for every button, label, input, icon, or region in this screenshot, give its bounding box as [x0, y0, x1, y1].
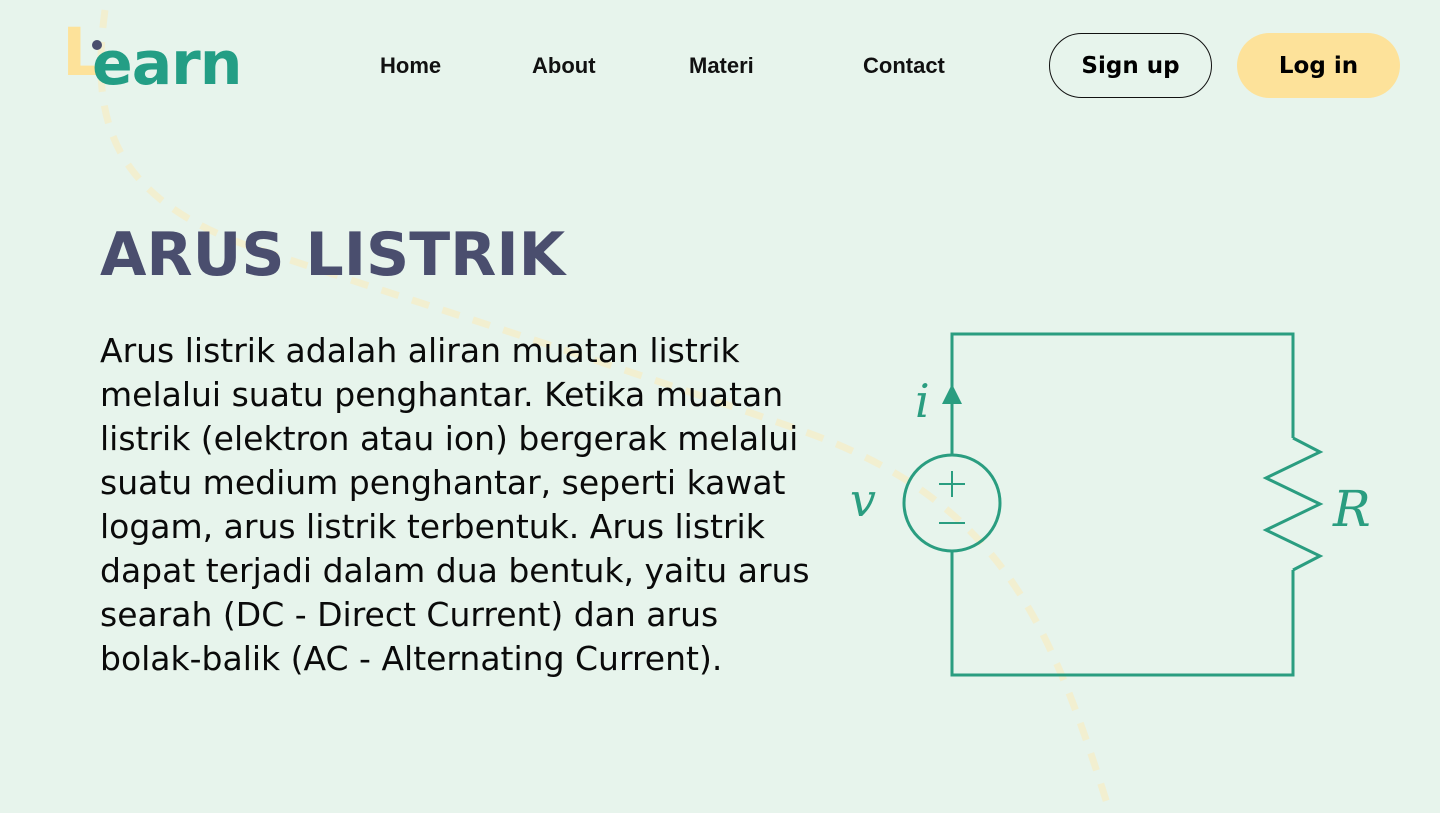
- nav-contact[interactable]: Contact: [863, 52, 945, 80]
- description-paragraph: Arus listrik adalah aliran muatan listri…: [100, 331, 810, 678]
- current-label: i: [915, 374, 930, 428]
- voltage-label: v: [850, 473, 876, 527]
- nav-materi[interactable]: Materi: [689, 52, 754, 80]
- login-button[interactable]: Log in: [1237, 33, 1400, 98]
- signup-button[interactable]: Sign up: [1049, 33, 1212, 98]
- resistor-label: R: [1332, 480, 1371, 538]
- circuit-wire-bottom: [950, 552, 1295, 677]
- voltage-source-circle: [902, 453, 1002, 553]
- brand-logo[interactable]: L earn: [62, 20, 272, 99]
- circuit-diagram: i v R: [850, 332, 1371, 677]
- logo-wordmark: earn: [92, 29, 242, 99]
- resistor-zigzag: [1262, 436, 1324, 572]
- nav-about[interactable]: About: [532, 52, 596, 80]
- nav-home[interactable]: Home: [380, 52, 441, 80]
- page-title: ARUS LISTRIK: [100, 220, 566, 290]
- circuit-wire-top: [950, 332, 1295, 454]
- current-arrow-icon: [942, 384, 962, 404]
